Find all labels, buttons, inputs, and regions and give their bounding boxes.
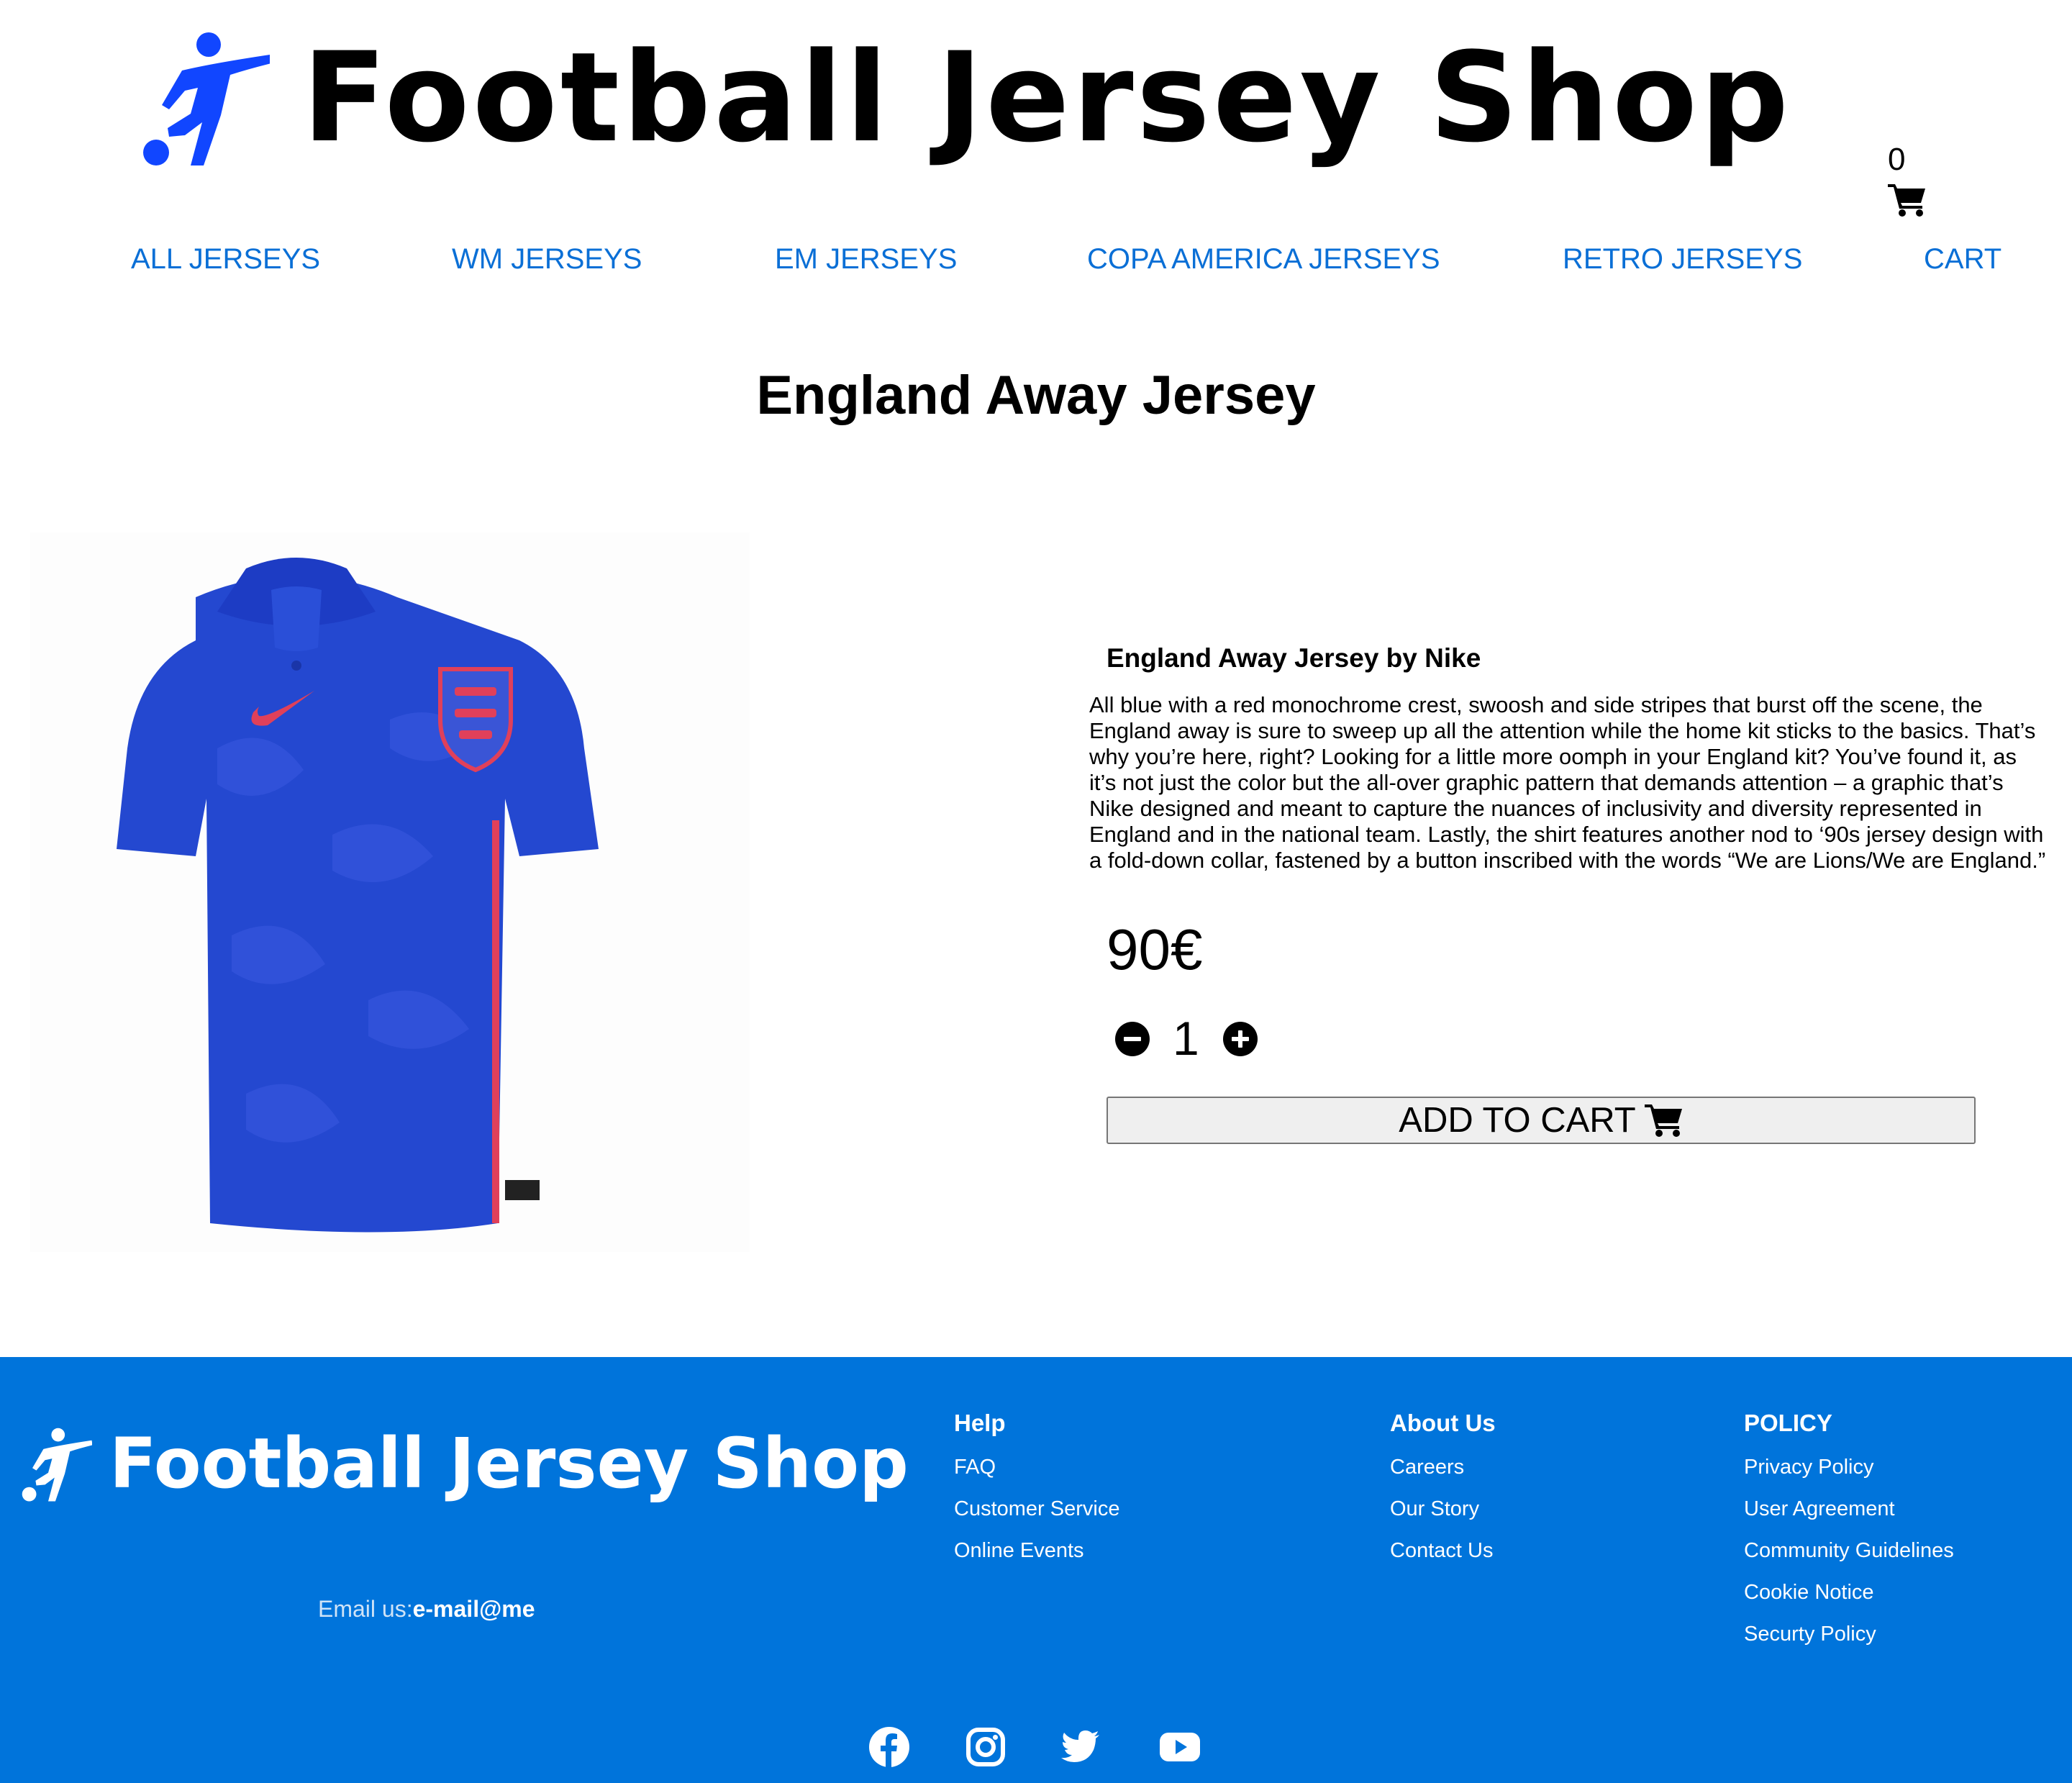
football-player-icon [143,32,270,165]
nav-em-jerseys[interactable]: EM JERSEYS [775,245,957,273]
add-to-cart-button[interactable]: ADD TO CART [1107,1097,1976,1144]
quantity-value: 1 [1173,1012,1199,1065]
product-description: All blue with a red monochrome crest, sw… [1089,692,2046,873]
footer: Football Jersey Shop Email us:e-mail@me … [0,1357,2072,1783]
footer-link-user-agreement[interactable]: User Agreement [1744,1488,1954,1530]
footer-site-title[interactable]: Football Jersey Shop [109,1429,909,1498]
footer-link-cookie-notice[interactable]: Cookie Notice [1744,1571,1954,1613]
footer-link-faq[interactable]: FAQ [954,1446,1119,1488]
facebook-icon[interactable] [868,1725,911,1769]
footer-heading-about-us: About Us [1390,1410,1496,1436]
email-label: Email us: [318,1596,413,1622]
footer-column-policy: POLICY Privacy Policy User Agreement Com… [1744,1409,1954,1655]
page-title: England Away Jersey [756,365,1316,426]
footer-link-our-story[interactable]: Our Story [1390,1488,1496,1530]
footer-link-community-guidelines[interactable]: Community Guidelines [1744,1530,1954,1571]
minus-circle-icon[interactable] [1115,1022,1150,1056]
youtube-icon[interactable] [1158,1725,1201,1769]
shopping-cart-icon [1644,1104,1682,1137]
add-to-cart-label: ADD TO CART [1399,1101,1636,1140]
nav-wm-jerseys[interactable]: WM JERSEYS [452,245,642,273]
twitter-icon[interactable] [1059,1725,1102,1769]
footer-link-customer-service[interactable]: Customer Service [954,1488,1119,1530]
instagram-icon[interactable] [964,1725,1007,1769]
site-title[interactable]: Football Jersey Shop [302,36,1791,160]
footer-column-about-us: About Us Careers Our Story Contact Us [1390,1409,1496,1571]
footer-link-privacy-policy[interactable]: Privacy Policy [1744,1446,1954,1488]
product-name: England Away Jersey by Nike [1107,643,1481,673]
plus-circle-icon[interactable] [1223,1022,1258,1056]
cart-count: 0 [1888,142,1906,177]
footer-email: Email us:e-mail@me [318,1597,535,1620]
footer-heading-help: Help [954,1410,1006,1436]
footer-link-online-events[interactable]: Online Events [954,1530,1119,1571]
shopping-cart-icon[interactable] [1888,183,1927,217]
footer-heading-policy: POLICY [1744,1410,1832,1436]
football-player-icon [22,1428,92,1502]
footer-link-contact-us[interactable]: Contact Us [1390,1530,1496,1571]
email-link[interactable]: e-mail@me [413,1596,535,1622]
nav-retro-jerseys[interactable]: RETRO JERSEYS [1563,245,1802,273]
nav-copa-america-jerseys[interactable]: COPA AMERICA JERSEYS [1087,245,1440,273]
footer-column-help: Help FAQ Customer Service Online Events [954,1409,1119,1571]
nav-all-jerseys[interactable]: ALL JERSEYS [131,245,320,273]
england-away-jersey-image [30,532,750,1252]
product-price: 90€ [1107,917,1203,981]
nav-cart[interactable]: CART [1924,245,2001,273]
footer-link-security-policy[interactable]: Securty Policy [1744,1613,1954,1655]
footer-link-careers[interactable]: Careers [1390,1446,1496,1488]
